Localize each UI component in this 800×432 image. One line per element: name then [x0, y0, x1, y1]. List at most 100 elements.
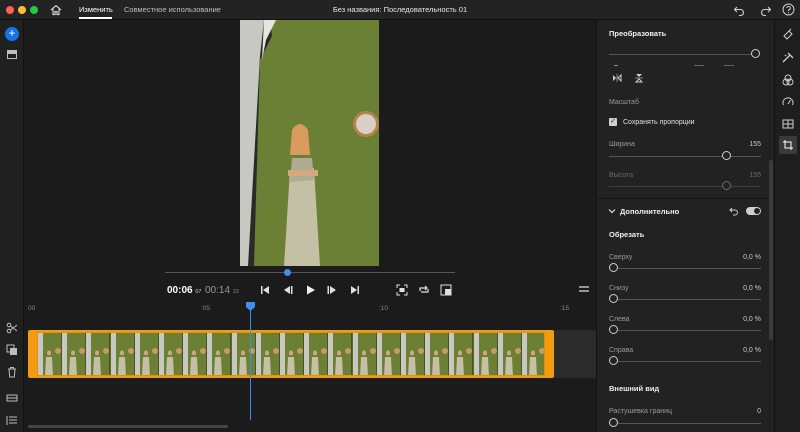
undo-icon[interactable] — [733, 4, 745, 16]
fullscreen-icon[interactable] — [396, 284, 408, 296]
timeline-ruler[interactable]: 00 :05 :10 :15 — [24, 302, 596, 316]
clip-thumbnails — [37, 332, 545, 376]
reset-icon[interactable] — [729, 206, 739, 216]
list-view-icon[interactable] — [6, 414, 18, 426]
width-label: Ширина — [609, 141, 635, 148]
total-timecode: 00:14 22 — [205, 285, 239, 296]
scissors-icon[interactable] — [6, 322, 18, 334]
rotation-slider[interactable] — [609, 54, 759, 55]
titles-icon[interactable] — [782, 28, 794, 40]
media-library-icon[interactable] — [6, 48, 18, 60]
crop-bottom-label: Снизу — [609, 285, 629, 292]
rotation-slider-knob[interactable] — [751, 49, 760, 58]
properties-panel — [596, 20, 774, 432]
crop-top-value[interactable]: 0,0 % — [728, 254, 761, 261]
feather-slider-knob[interactable] — [609, 418, 618, 427]
clip-thumbnail — [255, 333, 280, 375]
add-media-button[interactable]: + — [5, 27, 19, 41]
scrub-handle[interactable] — [284, 269, 291, 276]
crop-bottom-slider-knob[interactable] — [609, 294, 618, 303]
active-tab-indicator — [79, 17, 112, 19]
output-size-icon[interactable] — [440, 284, 452, 296]
clip-thumbnail — [376, 333, 401, 375]
clip-thumbnail — [207, 333, 232, 375]
clip-thumbnail — [62, 333, 87, 375]
crop-transform-icon[interactable] — [782, 139, 794, 151]
track-empty-area[interactable] — [554, 330, 596, 378]
feather-label: Растушевка границ — [609, 408, 673, 415]
go-to-end-icon[interactable] — [349, 284, 361, 296]
current-timecode-value: 00:06 — [167, 285, 193, 296]
clip-thumbnail — [449, 333, 474, 375]
clip-thumbnail — [352, 333, 377, 375]
playhead-handle[interactable] — [246, 302, 255, 311]
ruler-label: :10 — [379, 305, 389, 312]
timeline-menu-icon[interactable] — [578, 284, 590, 294]
aspect-ratio-icon[interactable] — [782, 118, 794, 130]
play-icon[interactable] — [304, 284, 316, 296]
crop-title: Обрезать — [609, 230, 645, 239]
advanced-toggle[interactable] — [746, 207, 761, 215]
crop-bottom-slider[interactable] — [609, 299, 761, 300]
trash-icon[interactable] — [6, 366, 18, 378]
help-icon[interactable] — [782, 3, 795, 16]
flip-vertical-icon[interactable] — [634, 73, 644, 83]
transform-title: Преобразовать — [609, 29, 667, 38]
feather-slider[interactable] — [609, 423, 761, 424]
clip-thumbnail — [231, 333, 256, 375]
position-dash — [694, 65, 704, 66]
height-value: 155 — [749, 172, 761, 179]
video-clip[interactable] — [28, 330, 554, 378]
crop-left-slider[interactable] — [609, 330, 761, 331]
clip-thumbnail — [134, 333, 159, 375]
effects-icon[interactable] — [782, 52, 794, 64]
crop-left-label: Слева — [609, 316, 630, 323]
height-label: Высота — [609, 172, 634, 179]
crop-left-value[interactable]: 0,0 % — [728, 316, 761, 323]
width-slider-knob[interactable] — [722, 151, 731, 160]
chevron-down-icon[interactable] — [608, 207, 616, 215]
crop-right-value[interactable]: 0,0 % — [728, 347, 761, 354]
crop-left-slider-knob[interactable] — [609, 325, 618, 334]
go-to-start-icon[interactable] — [259, 284, 271, 296]
panel-scrollbar[interactable] — [769, 160, 773, 340]
width-value[interactable]: 155 — [740, 141, 761, 148]
scale-label: Масштаб — [609, 99, 639, 106]
advanced-title[interactable]: Дополнительно — [620, 207, 679, 216]
clip-thumbnail — [522, 333, 544, 375]
height-slider — [609, 186, 761, 187]
keep-proportions-label: Сохранять пропорции — [623, 119, 695, 126]
position-dash — [614, 65, 618, 66]
track-view-icon[interactable] — [6, 392, 18, 404]
color-icon[interactable] — [782, 74, 794, 86]
timeline-scrollbar[interactable] — [28, 425, 228, 428]
ruler-label: 00 — [28, 305, 36, 312]
crop-right-slider[interactable] — [609, 361, 761, 362]
redo-icon[interactable] — [760, 4, 772, 16]
flip-horizontal-icon[interactable] — [612, 73, 622, 83]
total-timecode-frames: 22 — [232, 289, 239, 295]
duplicate-icon[interactable] — [6, 344, 18, 356]
speed-icon[interactable] — [782, 96, 794, 108]
scrub-bar[interactable] — [165, 272, 455, 273]
feather-value[interactable]: 0 — [740, 408, 761, 415]
playhead-line — [250, 308, 251, 420]
clip-thumbnail — [86, 333, 111, 375]
width-slider[interactable] — [609, 156, 761, 157]
step-forward-icon[interactable] — [326, 284, 338, 296]
keep-proportions-checkbox[interactable]: ✓ — [609, 118, 617, 126]
loop-icon[interactable] — [418, 284, 430, 296]
total-timecode-value: 00:14 — [205, 285, 231, 296]
clip-thumbnail — [110, 333, 135, 375]
crop-top-slider[interactable] — [609, 268, 761, 269]
position-dash — [724, 65, 734, 66]
height-slider-knob — [722, 181, 731, 190]
crop-right-slider-knob[interactable] — [609, 356, 618, 365]
clip-thumbnail — [401, 333, 425, 375]
title-bar: Изменить Совместное использование Без на… — [0, 0, 800, 20]
crop-bottom-value[interactable]: 0,0 % — [728, 285, 761, 292]
toggle-knob — [754, 208, 760, 214]
crop-top-slider-knob[interactable] — [609, 263, 618, 272]
current-timecode: 00:06 07 — [167, 285, 201, 296]
step-back-icon[interactable] — [282, 284, 294, 296]
